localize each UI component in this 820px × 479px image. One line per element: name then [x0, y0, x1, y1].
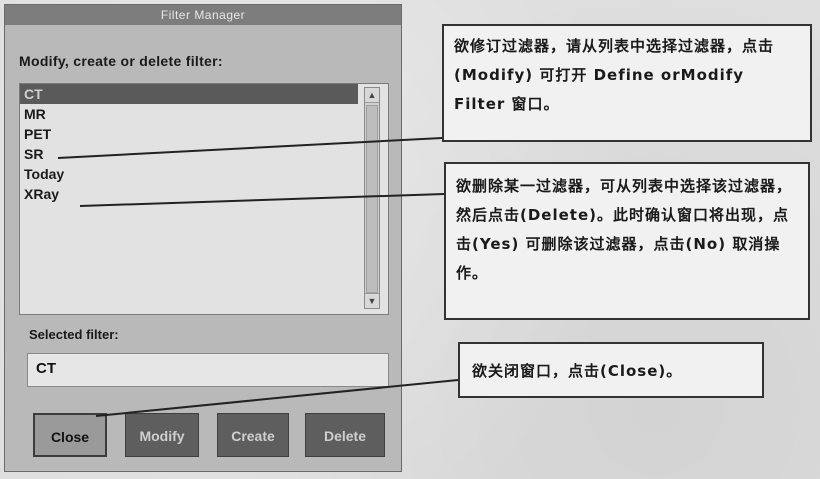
- leader-line-delete: [79, 193, 445, 207]
- leader-line-modify: [57, 137, 443, 159]
- callout-modify: 欲修订过滤器，请从列表中选择过滤器，点击 (Modify) 可打开 Define…: [442, 24, 812, 142]
- leader-line-close: [95, 379, 459, 417]
- callout-close: 欲关闭窗口，点击(Close)。: [458, 342, 764, 398]
- callout-delete: 欲删除某一过滤器，可从列表中选择该过滤器，然后点击(Delete)。此时确认窗口…: [444, 162, 810, 320]
